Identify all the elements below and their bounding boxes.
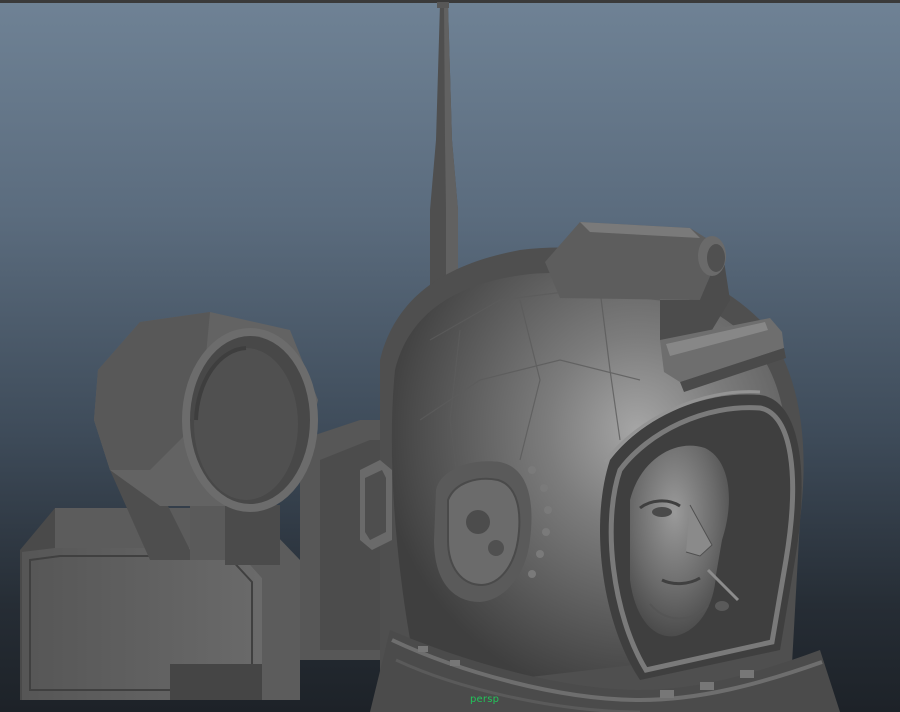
face-icon <box>630 445 740 637</box>
antenna-icon[interactable] <box>430 2 458 300</box>
perspective-viewport[interactable]: persp <box>0 0 900 712</box>
camera-name-label: persp <box>470 694 500 705</box>
3d-scene[interactable] <box>0 0 900 712</box>
